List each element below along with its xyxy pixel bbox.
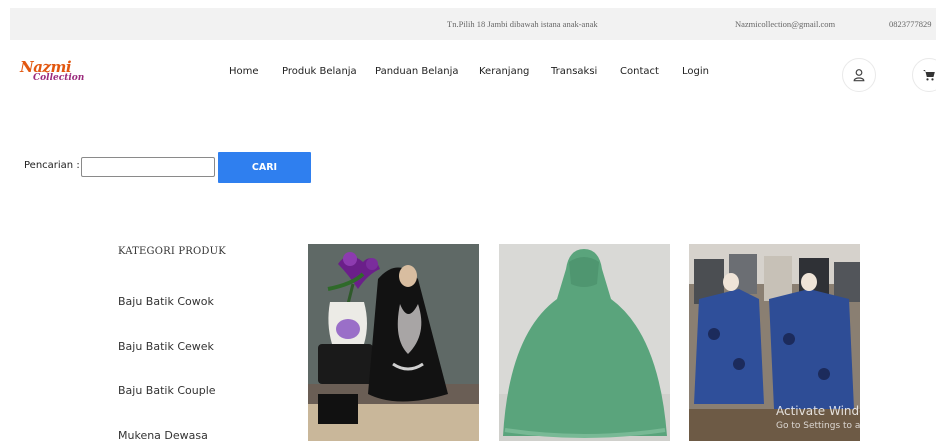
site-logo[interactable]: Nazmi Collection: [20, 58, 84, 92]
user-button[interactable]: [842, 58, 876, 92]
nav-item-home[interactable]: Home: [229, 66, 259, 77]
nav-item-keranjang[interactable]: Keranjang: [479, 66, 529, 77]
product-image-green-mukena[interactable]: [499, 244, 670, 441]
cart-button[interactable]: [912, 58, 936, 92]
address-text: Tn.Pilih 18 Jambi dibawah istana anak-an…: [447, 19, 598, 29]
activation-watermark-subtitle: Go to Settings to activate Windows: [776, 421, 935, 431]
product-image-black-mukena[interactable]: [308, 244, 479, 441]
phone-text: 0823777829: [889, 19, 932, 29]
logo-text-secondary: Collection: [33, 73, 85, 83]
nav-item-transaksi[interactable]: Transaksi: [551, 66, 597, 77]
nav-item-contact[interactable]: Contact: [620, 66, 659, 77]
top-info-bar: Tn.Pilih 18 Jambi dibawah istana anak-an…: [10, 8, 936, 40]
nav-item-produk-belanja[interactable]: Produk Belanja: [282, 66, 357, 77]
nav-item-login[interactable]: Login: [682, 66, 709, 77]
search-button[interactable]: CARI: [218, 152, 311, 183]
category-heading: KATEGORI PRODUK: [118, 246, 226, 257]
main-navigation: Nazmi Collection Home Produk Belanja Pan…: [0, 40, 936, 110]
category-item-batik-cowok[interactable]: Baju Batik Cowok: [118, 295, 214, 308]
search-input[interactable]: [81, 157, 215, 177]
nav-item-panduan-belanja[interactable]: Panduan Belanja: [375, 66, 459, 77]
search-label: Pencarian :: [24, 160, 80, 171]
email-text: Nazmicollection@gmail.com: [735, 19, 836, 29]
user-icon: [853, 69, 865, 82]
category-item-batik-cewek[interactable]: Baju Batik Cewek: [118, 340, 214, 353]
category-item-batik-couple[interactable]: Baju Batik Couple: [118, 384, 216, 397]
activation-watermark-title: Activate Windows: [776, 404, 883, 418]
cart-icon: [923, 70, 935, 81]
category-item-mukena-dewasa[interactable]: Mukena Dewasa: [118, 429, 208, 442]
